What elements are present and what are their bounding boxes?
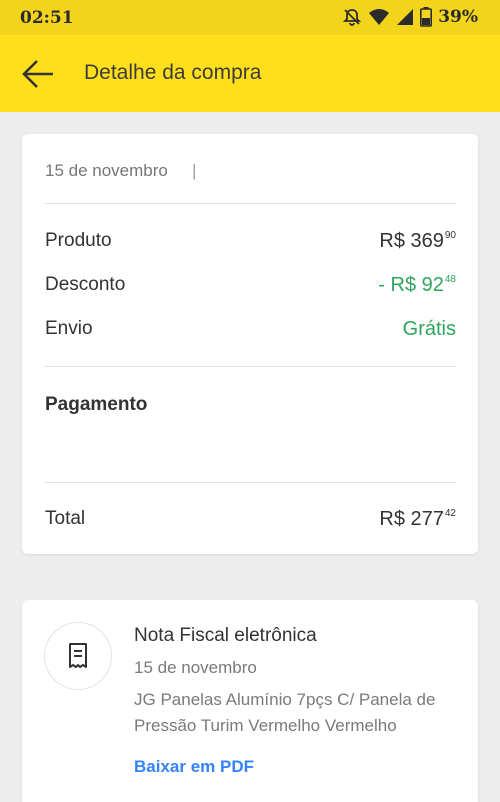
purchase-date: 15 de novembro xyxy=(45,161,168,180)
total-value-main: R$ 277 xyxy=(379,508,444,530)
discount-value: - R$ 9248 xyxy=(378,274,456,297)
purchase-summary-card: 15 de novembro | Produto R$ 36990 Descon… xyxy=(22,134,478,554)
shipping-value: Grátis xyxy=(402,318,456,340)
download-pdf-link[interactable]: Baixar em PDF xyxy=(134,757,254,777)
product-value: R$ 36990 xyxy=(379,230,456,253)
product-value-main: R$ 369 xyxy=(379,230,444,252)
bell-muted-icon xyxy=(343,9,362,26)
total-label: Total xyxy=(45,508,86,529)
discount-value-main: - R$ 92 xyxy=(378,274,444,296)
discount-value-cents: 48 xyxy=(444,274,456,285)
receipt-icon xyxy=(69,643,87,668)
wifi-icon xyxy=(369,9,390,25)
status-bar: 02:51 39% xyxy=(0,0,500,35)
product-value-cents: 90 xyxy=(444,230,456,241)
invoice-title: Nota Fiscal eletrônica xyxy=(134,625,317,646)
total-value-cents: 42 xyxy=(444,508,456,519)
page-title: Detalhe da compra xyxy=(84,61,262,84)
total-value: R$ 27742 xyxy=(379,508,456,531)
date-separator: | xyxy=(192,161,197,180)
divider xyxy=(44,366,456,367)
arrow-left-icon[interactable] xyxy=(20,57,56,91)
signal-icon xyxy=(397,9,414,25)
product-label: Produto xyxy=(45,230,112,251)
invoice-card: Nota Fiscal eletrônica 15 de novembro JG… xyxy=(22,600,478,802)
battery-percent: 39% xyxy=(438,7,478,27)
shipping-label: Envio xyxy=(45,318,93,339)
status-icons: 39% xyxy=(342,7,478,27)
invoice-date: 15 de novembro xyxy=(134,658,257,677)
divider xyxy=(44,203,456,204)
status-time: 02:51 xyxy=(20,8,74,28)
invoice-description: JG Panelas Alumínio 7pçs C/ Panela de Pr… xyxy=(134,690,436,735)
invoice-icon-container xyxy=(44,622,112,690)
payment-label: Pagamento xyxy=(45,394,148,415)
divider xyxy=(44,482,456,483)
discount-label: Desconto xyxy=(45,274,126,295)
app-bar: Detalhe da compra xyxy=(0,35,500,112)
battery-icon xyxy=(420,7,433,27)
